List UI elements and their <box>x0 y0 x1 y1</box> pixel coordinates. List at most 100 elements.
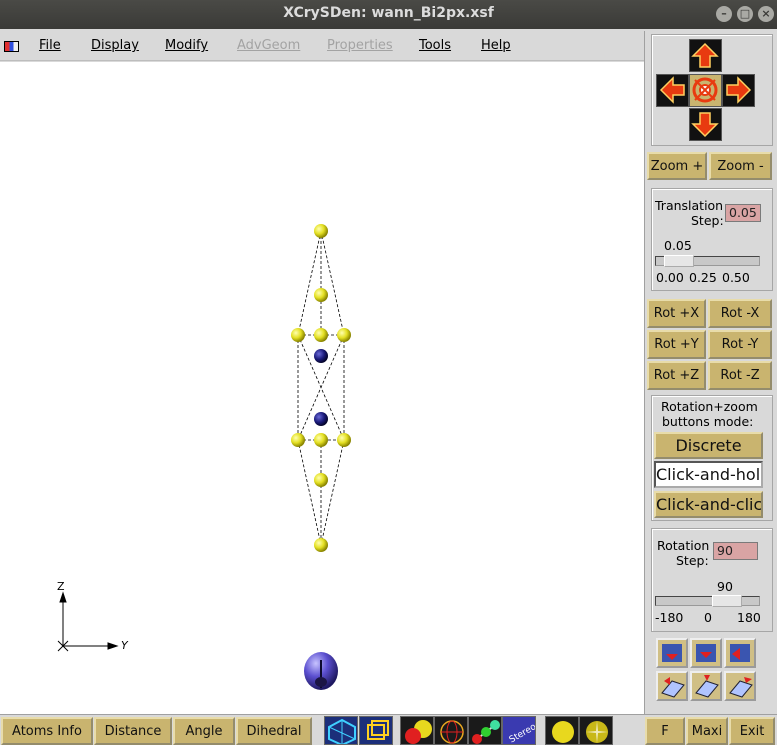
rot-minus-x-button[interactable]: Rot -X <box>708 299 772 328</box>
translation-slider[interactable] <box>655 255 760 267</box>
menu-advgeom: AdvGeom <box>237 38 301 53</box>
structure-render <box>57 224 351 690</box>
view-b-button[interactable] <box>690 671 722 701</box>
rot-minus-y-button[interactable]: Rot -Y <box>708 330 772 359</box>
mode-click-and-hold-button[interactable]: Click-and-hold <box>654 461 763 488</box>
zoom-out-button[interactable]: Zoom - <box>709 152 772 180</box>
translation-slider-thumb[interactable] <box>664 255 694 267</box>
view-a-icon <box>661 677 685 698</box>
arrow-up-icon <box>691 42 719 68</box>
atom <box>314 349 328 363</box>
angle-button[interactable]: Angle <box>173 717 235 745</box>
arrow-right-icon <box>726 76 752 104</box>
menu-bar: File Display Modify AdvGeom Properties T… <box>0 31 644 61</box>
rot-minus-z-button[interactable]: Rot -Z <box>708 361 772 390</box>
bottom-toolbar: Atoms Info Distance Angle Dihedral Stere… <box>0 714 777 745</box>
menu-tools[interactable]: Tools <box>419 38 451 53</box>
axis-z-label: Z <box>57 580 65 593</box>
stereo-button[interactable]: Stereo <box>502 716 536 745</box>
translation-slider-value: 0.05 <box>664 238 692 253</box>
view-a-button[interactable] <box>656 671 688 701</box>
crystal-cell-icon <box>328 718 356 744</box>
structure-viewport[interactable]: Z Y <box>0 62 644 714</box>
control-panel: Zoom + Zoom - Translation Step: 0.05 0.0… <box>644 31 777 714</box>
atom <box>314 433 328 447</box>
plane-yz-button[interactable] <box>690 638 722 668</box>
title-bar[interactable]: XCrySDen: wann_Bi2px.xsf – □ × <box>0 0 777 29</box>
menu-file[interactable]: File <box>39 38 61 53</box>
distance-button[interactable]: Distance <box>94 717 172 745</box>
stereo-icon: Stereo <box>508 722 535 744</box>
sphere-icon <box>552 721 574 743</box>
atom <box>314 473 328 487</box>
app-icon[interactable] <box>4 41 19 52</box>
move-left-button[interactable] <box>656 74 689 107</box>
rot-plus-y-button[interactable]: Rot +Y <box>647 330 706 359</box>
atom <box>291 328 305 342</box>
f-button[interactable]: F <box>645 717 685 745</box>
center-button[interactable] <box>689 74 722 107</box>
rotation-label: Rotation <box>657 538 710 553</box>
wannier-function-isosurface <box>304 652 338 690</box>
mode-click-and-click-button[interactable]: Click-and-click <box>654 491 763 518</box>
menu-modify[interactable]: Modify <box>165 38 208 53</box>
atom-label-button[interactable] <box>545 716 579 745</box>
dihedral-button[interactable]: Dihedral <box>236 717 312 745</box>
minimize-button[interactable]: – <box>716 6 732 22</box>
translation-tick-mid: 0.25 <box>689 270 717 285</box>
rotation-slider[interactable] <box>655 595 760 607</box>
atom <box>314 288 328 302</box>
view-b-icon <box>695 675 719 698</box>
translation-step-input[interactable]: 0.05 <box>725 204 761 222</box>
mesh-render-button[interactable] <box>434 716 468 745</box>
solid-cell-button[interactable] <box>359 716 393 745</box>
menu-properties: Properties <box>327 38 393 53</box>
atoms-info-button[interactable]: Atoms Info <box>1 717 93 745</box>
ball-render-button[interactable] <box>400 716 434 745</box>
atom <box>314 224 328 238</box>
rotation-mode-group: Rotation+zoom buttons mode: Discrete Cli… <box>651 395 773 521</box>
rot-plus-z-button[interactable]: Rot +Z <box>647 361 706 390</box>
axis-y-label: Y <box>121 639 128 652</box>
atom-highlight-button[interactable] <box>579 716 613 745</box>
mode-label-2: buttons mode: <box>662 414 754 429</box>
cube-icon <box>367 720 389 740</box>
atom <box>291 433 305 447</box>
translation-step-group: Translation Step: 0.05 0.05 0.00 0.25 0.… <box>651 188 773 291</box>
move-right-button[interactable] <box>722 74 755 107</box>
exit-button[interactable]: Exit <box>729 717 775 745</box>
plane-yz-icon <box>696 644 716 662</box>
maximize-button[interactable]: □ <box>737 6 753 22</box>
maxi-button[interactable]: Maxi <box>686 717 728 745</box>
move-up-button[interactable] <box>689 39 722 72</box>
menu-display[interactable]: Display <box>91 38 139 53</box>
rot-plus-x-button[interactable]: Rot +X <box>647 299 706 328</box>
atom <box>314 538 328 552</box>
stick-balls-icon <box>472 720 500 744</box>
stick-render-button[interactable] <box>468 716 502 745</box>
arrow-down-icon <box>691 112 719 138</box>
window-title: XCrySDen: wann_Bi2px.xsf <box>283 5 494 21</box>
coordinate-axes <box>57 591 119 652</box>
plane-xz-button[interactable] <box>724 638 756 668</box>
rotation-slider-thumb[interactable] <box>712 595 742 607</box>
rotation-step-input[interactable]: 90 <box>713 542 758 560</box>
plane-xy-button[interactable] <box>656 638 688 668</box>
move-down-button[interactable] <box>689 108 722 141</box>
rotation-tick-max: 180 <box>737 610 761 625</box>
translation-tick-min: 0.00 <box>656 270 684 285</box>
sphere-spark-icon <box>586 721 608 743</box>
translation-step-label: Step: <box>691 213 724 228</box>
rotation-step-group: Rotation Step: 90 90 -180 0 180 <box>651 528 773 632</box>
rotation-tick-min: -180 <box>655 610 684 625</box>
atom <box>314 328 328 342</box>
menu-help[interactable]: Help <box>481 38 511 53</box>
view-c-button[interactable] <box>724 671 756 701</box>
atom <box>314 412 328 426</box>
zoom-in-button[interactable]: Zoom + <box>647 152 707 180</box>
close-button[interactable]: × <box>758 6 774 22</box>
wireframe-cell-button[interactable] <box>324 716 358 745</box>
rotation-slider-value: 90 <box>717 579 733 594</box>
arrow-left-icon <box>659 76 685 104</box>
mode-discrete-button[interactable]: Discrete <box>654 432 763 459</box>
